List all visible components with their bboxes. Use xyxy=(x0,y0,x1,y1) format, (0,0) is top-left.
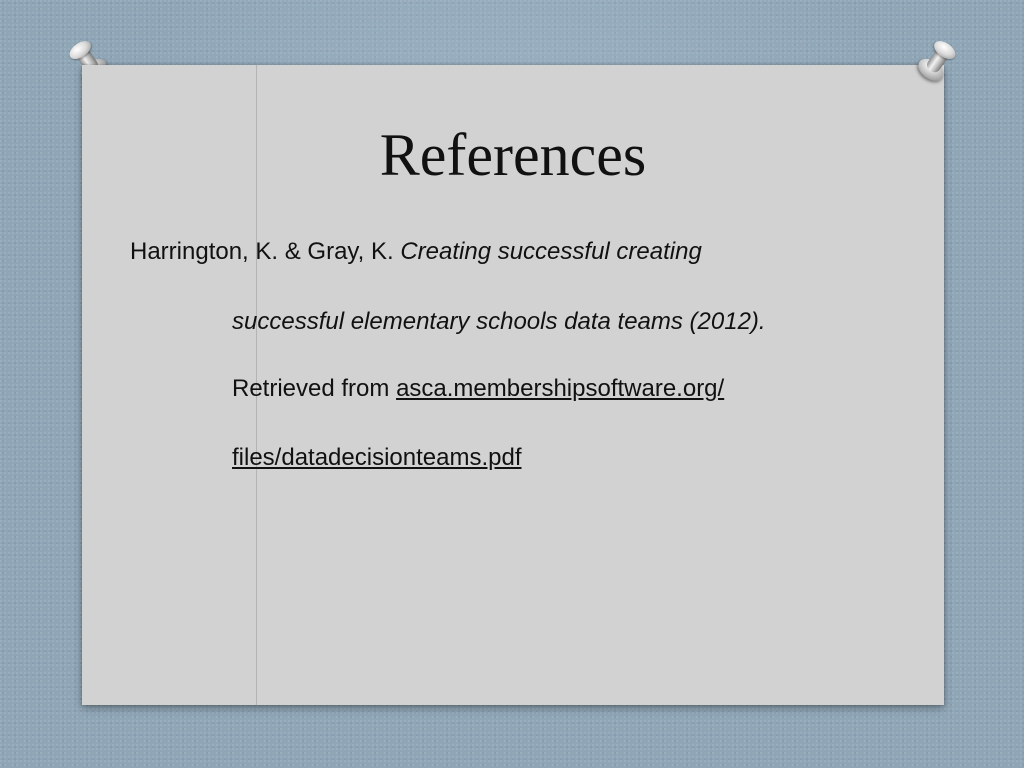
reference-link-part-1[interactable]: asca.membershipsoftware.org/ xyxy=(396,375,724,402)
reference-link-part-2[interactable]: files/datadecisionteams.pdf xyxy=(232,444,522,471)
reference-line-1: Harrington, K. & Gray, K. Creating succe… xyxy=(130,240,702,264)
reference-line-2: successful elementary schools data teams… xyxy=(232,310,766,334)
reference-line-4: files/datadecisionteams.pdf xyxy=(232,446,522,470)
retrieved-from-label: Retrieved from xyxy=(232,375,397,402)
reference-authors: Harrington, K. & Gray, K. xyxy=(130,238,401,265)
reference-line-3: Retrieved from asca.membershipsoftware.o… xyxy=(232,377,724,401)
slide-title: References xyxy=(379,122,647,188)
reference-title-part-1: Creating successful creating xyxy=(400,238,702,265)
slide-card: References Harrington, K. & Gray, K. Cre… xyxy=(82,65,944,705)
reference-title-part-2: successful elementary schools data teams… xyxy=(232,308,766,335)
